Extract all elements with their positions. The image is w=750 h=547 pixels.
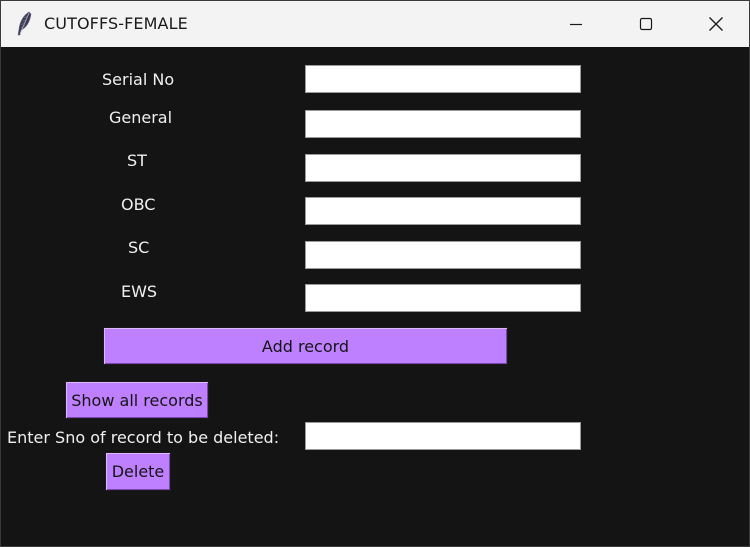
ews-input[interactable] <box>305 284 581 312</box>
obc-input[interactable] <box>305 197 581 225</box>
show-all-records-button[interactable]: Show all records <box>65 381 209 419</box>
maximize-icon <box>639 17 653 31</box>
feather-icon <box>15 11 35 37</box>
general-label: General <box>109 108 173 127</box>
window-title: CUTOFFS-FEMALE <box>44 14 188 33</box>
minimize-button[interactable] <box>541 1 611 47</box>
close-icon <box>709 17 723 31</box>
close-button[interactable] <box>681 1 750 47</box>
app-window: CUTOFFS-FEMALE Serial No General ST OBC … <box>0 0 750 547</box>
obc-label: OBC <box>121 195 156 214</box>
add-record-button[interactable]: Add record <box>103 327 508 365</box>
general-input[interactable] <box>305 110 581 138</box>
sc-label: SC <box>128 238 150 257</box>
delete-sno-input[interactable] <box>305 422 581 450</box>
title-bar[interactable]: CUTOFFS-FEMALE <box>1 1 749 47</box>
st-input[interactable] <box>305 154 581 182</box>
sc-input[interactable] <box>305 241 581 269</box>
serial-no-input[interactable] <box>305 65 581 93</box>
maximize-button[interactable] <box>611 1 681 47</box>
st-label: ST <box>127 151 147 170</box>
ews-label: EWS <box>121 282 158 301</box>
delete-button[interactable]: Delete <box>105 452 171 491</box>
serial-no-label: Serial No <box>102 70 175 89</box>
minimize-icon <box>570 23 582 26</box>
delete-prompt-label: Enter Sno of record to be deleted: <box>7 428 280 447</box>
